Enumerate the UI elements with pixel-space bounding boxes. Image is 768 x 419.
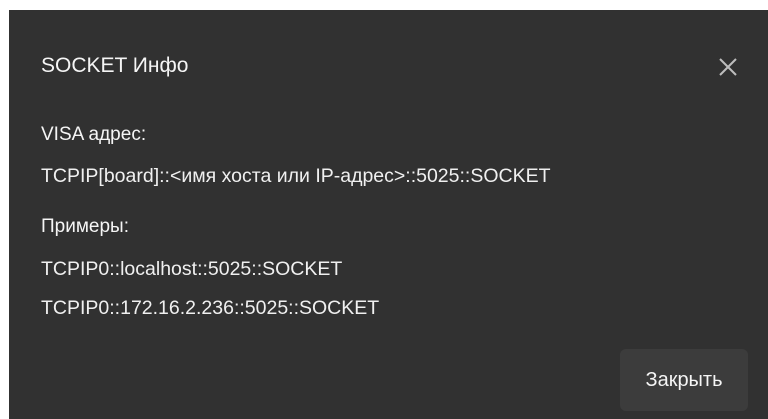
example-line: TCPIP0::172.16.2.236::5025::SOCKET [41, 297, 380, 319]
visa-address-value: TCPIP[board]::<имя хоста или IP-адрес>::… [41, 165, 551, 187]
close-button[interactable]: Закрыть [620, 349, 748, 411]
examples-label: Примеры: [41, 216, 129, 237]
close-icon [711, 50, 745, 84]
visa-address-label: VISA адрес: [41, 124, 147, 145]
example-line: TCPIP0::localhost::5025::SOCKET [41, 258, 343, 280]
socket-info-dialog: SOCKET Инфо VISA адрес: TCPIP[board]::<и… [9, 10, 768, 419]
dialog-title: SOCKET Инфо [41, 54, 189, 77]
close-dialog-button[interactable] [711, 50, 745, 84]
